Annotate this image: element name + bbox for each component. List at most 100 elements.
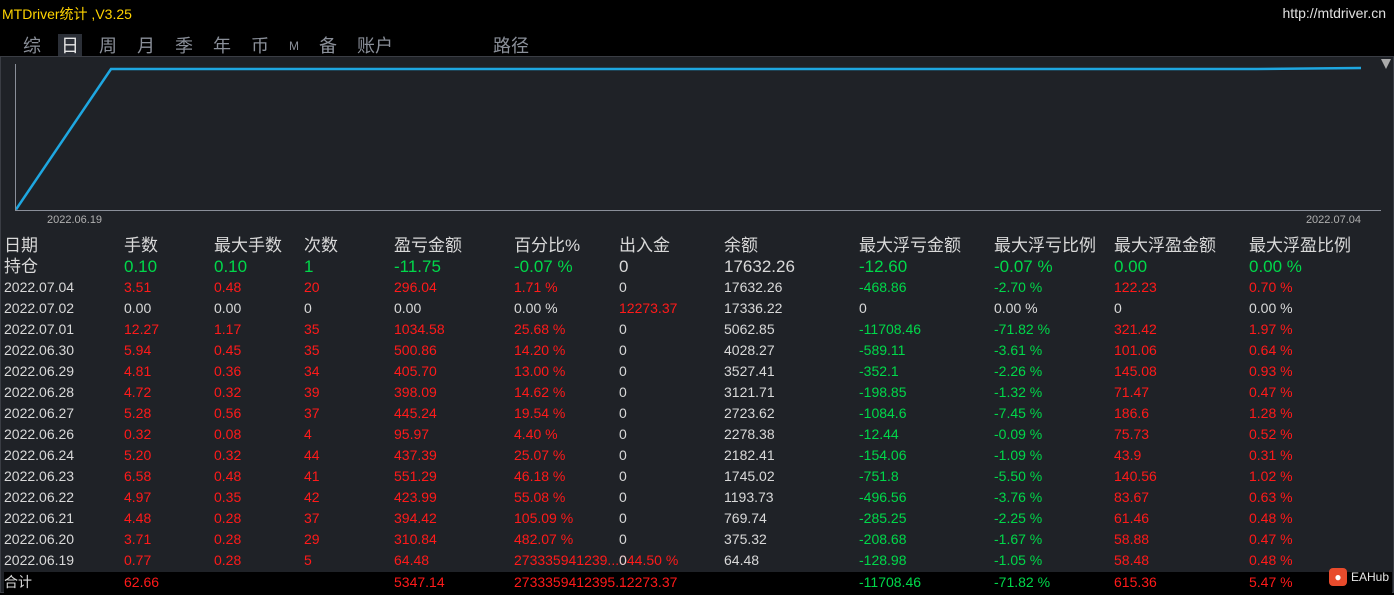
table-cell: 持仓 xyxy=(4,257,38,276)
table-cell: 58.48 xyxy=(1114,552,1150,568)
table-cell: 6.58 xyxy=(124,468,152,484)
table-cell: 0.31 % xyxy=(1249,447,1293,463)
table-row: 2022.06.22 4.97 0.35 42 423.99 55.08 % 0 1193.7… xyxy=(4,487,1392,508)
table-cell: -128.98 xyxy=(859,552,907,568)
table-cell: 2022.06.23 xyxy=(4,468,75,484)
table-cell: 百分比% xyxy=(514,236,581,255)
table-cell: -11.75 xyxy=(394,257,441,276)
table-cell: 4028.27 xyxy=(724,342,775,358)
table-cell: 64.48 xyxy=(724,552,760,568)
table-cell: 71.47 xyxy=(1114,384,1150,400)
table-cell: 0.00 xyxy=(214,300,242,316)
table-cell: 0.93 % xyxy=(1249,363,1293,379)
table-cell: 405.70 xyxy=(394,363,437,379)
scroll-arrow-icon[interactable] xyxy=(1381,59,1391,69)
table-cell: -198.85 xyxy=(859,384,907,400)
table-cell: 2022.06.21 xyxy=(4,510,75,526)
table-cell: 2022.07.02 xyxy=(4,300,75,316)
table-cell: 0.70 % xyxy=(1249,279,1293,295)
tab-2[interactable]: 周 xyxy=(96,34,120,58)
table-cell: 0 xyxy=(619,405,627,421)
table-cell: 551.29 xyxy=(394,468,437,484)
table-cell: 17336.22 xyxy=(724,300,783,316)
tab-9[interactable]: 账户 xyxy=(354,34,396,58)
table-row: 2022.06.26 0.32 0.08 4 95.97 4.40 % 0 2278.38 -1… xyxy=(4,424,1392,445)
table-cell: 1.71 % xyxy=(514,279,558,295)
table-cell: 105.09 % xyxy=(514,510,574,526)
table-cell: 3.51 xyxy=(124,279,152,295)
table-cell: 1193.73 xyxy=(724,489,774,505)
table-cell: 0.10 xyxy=(214,257,248,276)
table-row: 2022.07.02 0.00 0.00 0 0.00 0.00 % 12273.37 173… xyxy=(4,298,1392,319)
table-cell: 2022.06.29 xyxy=(4,363,75,379)
table-cell: 437.39 xyxy=(394,447,437,463)
table-row: 2022.07.04 3.51 0.48 20 296.04 1.71 % 0 17632.2… xyxy=(4,277,1392,298)
tab-10[interactable]: 路径 xyxy=(490,34,532,58)
table-cell: 2022.06.26 xyxy=(4,426,75,442)
table-cell: 398.09 xyxy=(394,384,437,400)
table-cell: -11708.46 xyxy=(859,574,922,590)
table-cell: 4.97 xyxy=(124,489,152,505)
tab-6[interactable]: 币 xyxy=(248,34,272,58)
tab-8[interactable]: 备 xyxy=(316,34,340,58)
tab-7[interactable]: M xyxy=(286,34,302,58)
table-cell: 0.48 xyxy=(214,468,242,484)
table-cell: 39 xyxy=(304,384,320,400)
table-cell: 64.48 xyxy=(394,552,430,568)
table-cell: 0.32 xyxy=(124,426,152,442)
table-row: 2022.06.19 0.77 0.28 5 64.48 273335941239...0… xyxy=(4,550,1392,571)
table-cell: 34 xyxy=(304,363,320,379)
table-cell: 0 xyxy=(619,489,627,505)
table-cell: -1.67 % xyxy=(994,531,1043,547)
table-cell: 769.74 xyxy=(724,510,767,526)
table-cell: -7.45 % xyxy=(994,405,1043,421)
website-link[interactable]: http://mtdriver.cn xyxy=(1283,5,1386,21)
table-cell: 0.00 xyxy=(124,300,152,316)
table-row: 2022.06.29 4.81 0.36 34 405.70 13.00 % 0 3527.4… xyxy=(4,361,1392,382)
table-cell: 0 xyxy=(619,384,627,400)
table-cell: -71.82 % xyxy=(994,321,1051,337)
table-cell: 0 xyxy=(619,531,627,547)
table-cell: 394.42 xyxy=(394,510,437,526)
table-cell: 500.86 xyxy=(394,342,437,358)
table-cell: 2182.41 xyxy=(724,447,775,463)
table-cell: 2022.06.20 xyxy=(4,531,75,547)
tab-5[interactable]: 年 xyxy=(210,34,234,58)
table-cell: -1.32 % xyxy=(994,384,1043,400)
table-cell: -352.1 xyxy=(859,363,899,379)
table-cell: -285.25 xyxy=(859,510,907,526)
table-cell: 最大浮盈金额 xyxy=(1114,236,1216,255)
table-row: 2022.06.23 6.58 0.48 41 551.29 46.18 % 0 1745.0… xyxy=(4,466,1392,487)
table-cell: 0.00 % xyxy=(994,300,1038,316)
table-cell: -1.09 % xyxy=(994,447,1043,463)
table-cell: 17632.26 xyxy=(724,279,783,295)
table-cell: 4.72 xyxy=(124,384,152,400)
tab-3[interactable]: 月 xyxy=(134,34,158,58)
watermark-logo: ● EAHub xyxy=(1328,568,1389,586)
table-cell: 5.94 xyxy=(124,342,152,358)
table-cell: -1084.6 xyxy=(859,405,907,421)
table-cell: 0 xyxy=(619,426,627,442)
table-cell: 0.63 % xyxy=(1249,489,1293,505)
table-cell: 0.35 xyxy=(214,489,242,505)
tab-1[interactable]: 日 xyxy=(58,34,82,58)
balance-chart xyxy=(15,64,1381,211)
table-cell: 0.00 % xyxy=(1249,257,1302,276)
tab-4[interactable]: 季 xyxy=(172,34,196,58)
table-cell: 445.24 xyxy=(394,405,437,421)
table-cell: -12.44 xyxy=(859,426,899,442)
table-total-row: 合计 62.66 5347.14 2733359412395... 12273.37 -1… xyxy=(4,572,1392,593)
table-cell: 310.84 xyxy=(394,531,437,547)
table-cell: 2022.07.04 xyxy=(4,279,75,295)
table-cell: 0.56 xyxy=(214,405,242,421)
table-cell: 35 xyxy=(304,321,320,337)
table-cell: 41 xyxy=(304,468,320,484)
tab-0[interactable]: 综 xyxy=(20,34,44,58)
table-cell: -12.60 xyxy=(859,257,908,276)
table-cell: 盈亏金额 xyxy=(394,236,462,255)
table-cell: 62.66 xyxy=(124,574,160,590)
table-cell: 5.28 xyxy=(124,405,152,421)
table-cell: 4 xyxy=(304,426,312,442)
table-cell: 5062.85 xyxy=(724,321,775,337)
table-cell: 4.81 xyxy=(124,363,152,379)
